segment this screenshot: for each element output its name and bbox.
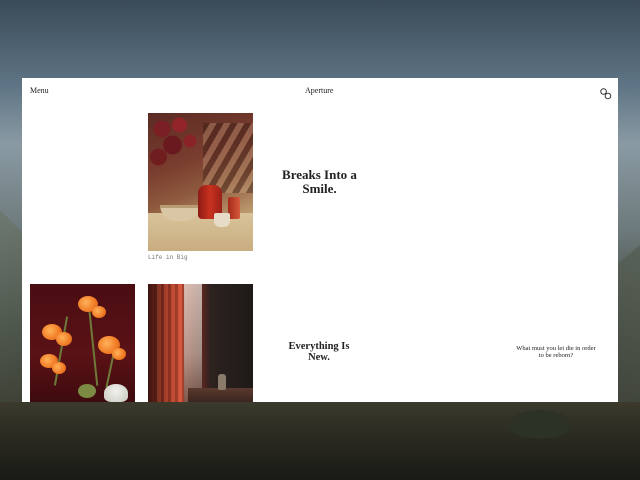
still-life-photo[interactable] bbox=[148, 113, 253, 251]
flower bbox=[52, 362, 66, 374]
heading-everything-is-new: Everything Is New. bbox=[288, 341, 350, 364]
leaf bbox=[78, 384, 96, 398]
shadow bbox=[203, 123, 253, 193]
side-quote: What must you let die in order to be reb… bbox=[516, 345, 596, 360]
bush bbox=[510, 410, 570, 438]
flower bbox=[56, 332, 72, 346]
menu-button[interactable]: Menu bbox=[30, 86, 49, 95]
white-flower bbox=[104, 384, 128, 402]
vase bbox=[218, 374, 226, 390]
site-panel: Menu Aperture Life in Big Breaks Into a … bbox=[22, 78, 618, 402]
window-light bbox=[184, 284, 202, 402]
window-sill bbox=[188, 388, 253, 402]
link-icon[interactable] bbox=[600, 88, 612, 100]
cup bbox=[214, 213, 230, 227]
heading-breaks-into-a-smile: Breaks Into a Smile. bbox=[282, 167, 357, 196]
flower bbox=[92, 306, 106, 318]
photo-caption: Life in Big bbox=[148, 254, 188, 261]
flowers-photo[interactable] bbox=[30, 284, 135, 402]
flower bbox=[112, 348, 126, 360]
brand-title: Aperture bbox=[305, 86, 334, 95]
curtain-window-photo[interactable] bbox=[148, 284, 253, 402]
curtain-folds bbox=[154, 284, 186, 402]
